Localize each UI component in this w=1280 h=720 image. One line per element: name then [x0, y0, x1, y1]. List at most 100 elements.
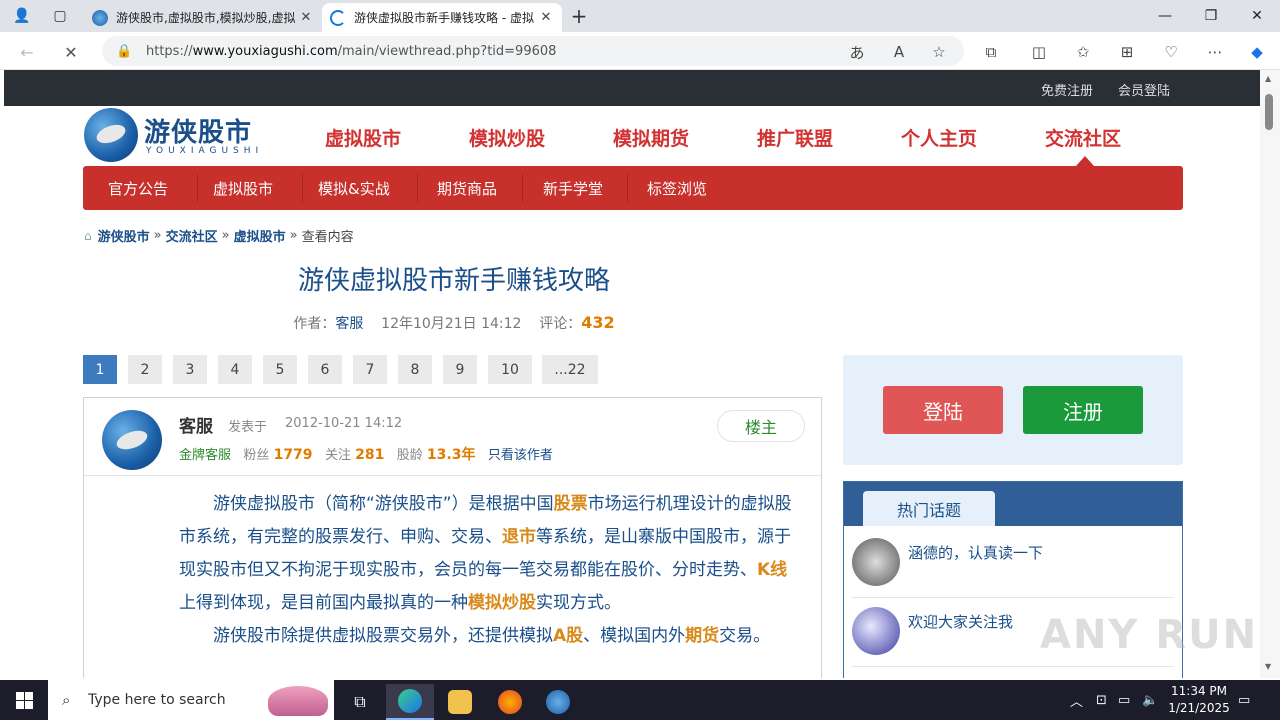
nav-community[interactable]: 交流社区	[1045, 124, 1121, 151]
post-author[interactable]: 客服	[179, 412, 213, 437]
post-header: 客服 发表于 2012-10-21 14:12 金牌客服 粉丝 1779 关注 …	[84, 398, 821, 476]
page-button[interactable]: 5	[263, 355, 297, 384]
browser-tab-1[interactable]: 游侠股市,虚拟股市,模拟炒股,虚拟 ✕	[84, 3, 322, 32]
subnav-virtual-stock[interactable]: 虚拟股市	[213, 178, 273, 199]
post-paragraph: 游侠虚拟股市（简称“游侠股市”）是根据中国股票市场运行机理设计的虚拟股市系统，有…	[179, 488, 799, 620]
avatar[interactable]	[102, 410, 162, 470]
page-button[interactable]: 6	[308, 355, 342, 384]
collections-icon[interactable]: ⊞	[1114, 39, 1140, 65]
page-button-last[interactable]: ...22	[542, 355, 598, 384]
hot-topic-link[interactable]: 涵德的，认真读一下	[908, 542, 1043, 563]
scroll-thumb[interactable]	[1265, 94, 1273, 130]
search-highlight-icon	[268, 686, 328, 716]
search-placeholder: Type here to search	[88, 692, 226, 708]
fans-count: 1779	[273, 447, 313, 463]
taskbar-search[interactable]: ⌕ Type here to search	[48, 680, 334, 720]
favorites-icon[interactable]: ✩	[1070, 39, 1096, 65]
copilot-icon[interactable]: ◆	[1244, 39, 1270, 65]
new-tab-button[interactable]: +	[567, 4, 591, 28]
close-tab-icon[interactable]: ✕	[538, 10, 554, 25]
home-icon[interactable]: ⌂	[84, 229, 92, 243]
nav-personal-home[interactable]: 个人主页	[901, 124, 977, 151]
task-view-icon[interactable]: ⧉	[336, 684, 384, 720]
list-item[interactable]: 涵德的，认真读一下	[852, 530, 1174, 598]
tab-actions-icon[interactable]: ▢	[48, 4, 72, 28]
logo-subtext: YOUXIAGUSHI	[146, 146, 264, 156]
more-menu-icon[interactable]: ⋯	[1202, 39, 1228, 65]
subnav-sim-real[interactable]: 模拟&实战	[318, 178, 390, 199]
auth-panel: 登陆 注册	[843, 355, 1183, 465]
nav-simulated-trading[interactable]: 模拟炒股	[469, 124, 545, 151]
scroll-up-icon[interactable]: ▲	[1265, 74, 1271, 83]
free-register-link[interactable]: 免费注册	[1041, 80, 1093, 99]
subnav-futures[interactable]: 期货商品	[437, 178, 497, 199]
volume-icon[interactable]: 🔈	[1142, 680, 1158, 720]
read-aloud-icon[interactable]: A	[886, 39, 912, 65]
breadcrumb-link[interactable]: 游侠股市	[98, 226, 150, 245]
author-link[interactable]: 客服	[335, 316, 363, 332]
login-button[interactable]: 登陆	[883, 386, 1003, 434]
restore-icon[interactable]: ❐	[1188, 0, 1234, 32]
member-login-link[interactable]: 会员登陆	[1118, 80, 1170, 99]
subnav-divider	[627, 174, 628, 202]
nav-virtual-stock[interactable]: 虚拟股市	[325, 124, 401, 151]
avatar	[852, 607, 900, 655]
breadcrumb-sep: »	[153, 228, 162, 243]
breadcrumb-link[interactable]: 虚拟股市	[234, 226, 286, 245]
scroll-down-icon[interactable]: ▼	[1265, 662, 1271, 671]
nav-simulated-futures[interactable]: 模拟期货	[613, 124, 689, 151]
tray-app-icon[interactable]: ⊡	[1096, 680, 1107, 720]
nav-affiliate[interactable]: 推广联盟	[757, 124, 833, 151]
back-icon[interactable]: ←	[14, 39, 40, 65]
page-button[interactable]: 1	[83, 355, 117, 384]
page-button[interactable]: 9	[443, 355, 477, 384]
page-button[interactable]: 2	[128, 355, 162, 384]
web-page: 免费注册 会员登陆 游侠股市 YOUXIAGUSHI 虚拟股市 模拟炒股 模拟期…	[4, 70, 1260, 678]
keyword-link[interactable]: 退市	[502, 527, 536, 547]
file-explorer-icon[interactable]	[436, 684, 484, 720]
subnav-beginner[interactable]: 新手学堂	[543, 178, 603, 199]
edge-taskbar-icon[interactable]	[386, 684, 434, 720]
url-field[interactable]: 🔒 https://www.youxiagushi.com/main/viewt…	[102, 36, 964, 66]
site-app-icon[interactable]	[534, 684, 582, 720]
page-button[interactable]: 8	[398, 355, 432, 384]
breadcrumb-current: 查看内容	[301, 230, 354, 245]
page-button[interactable]: 7	[353, 355, 387, 384]
keyword-link[interactable]: A股	[553, 626, 583, 646]
site-logo[interactable]: 游侠股市 YOUXIAGUSHI	[84, 108, 264, 164]
keyword-link[interactable]: K线	[757, 560, 787, 580]
keyword-link[interactable]: 股票	[554, 494, 588, 514]
notifications-icon[interactable]: ▭	[1238, 680, 1250, 720]
hot-topics-tab[interactable]: 热门话题	[863, 491, 995, 526]
start-button[interactable]	[0, 680, 48, 720]
close-window-icon[interactable]: ✕	[1234, 0, 1280, 32]
translate-icon[interactable]: あ	[844, 39, 870, 65]
register-button[interactable]: 注册	[1023, 386, 1143, 434]
hot-topic-link[interactable]: 欢迎大家关注我	[908, 611, 1013, 632]
close-tab-icon[interactable]: ✕	[298, 10, 314, 25]
minimize-icon[interactable]: —	[1142, 0, 1188, 32]
floor-badge: 楼主	[717, 410, 805, 442]
tray-chevron-icon[interactable]: ︿	[1070, 680, 1083, 720]
taskbar-clock[interactable]: 11:34 PM 1/21/2025	[1160, 683, 1238, 717]
profile-icon[interactable]: 👤	[10, 4, 34, 28]
network-icon[interactable]: ▭	[1118, 680, 1130, 720]
breadcrumb-link[interactable]: 交流社区	[166, 226, 218, 245]
fans-label: 粉丝	[243, 448, 270, 463]
keyword-link[interactable]: 期货	[685, 626, 719, 646]
favorite-star-icon[interactable]: ☆	[926, 39, 952, 65]
page-button[interactable]: 10	[488, 355, 532, 384]
browser-tab-2[interactable]: 游侠虚拟股市新手赚钱攻略 - 虚拟 ✕	[322, 3, 562, 32]
subnav-announcements[interactable]: 官方公告	[108, 178, 168, 199]
subnav-tags[interactable]: 标签浏览	[647, 178, 707, 199]
performance-icon[interactable]: ♡	[1158, 39, 1184, 65]
stop-loading-icon[interactable]: ✕	[58, 39, 84, 65]
page-button[interactable]: 3	[173, 355, 207, 384]
firefox-icon[interactable]	[486, 684, 534, 720]
page-button[interactable]: 4	[218, 355, 252, 384]
split-screen-icon[interactable]: ◫	[1026, 39, 1052, 65]
page-scrollbar[interactable]: ▲ ▼	[1260, 70, 1280, 678]
extensions-icon[interactable]: ⧉	[978, 39, 1004, 65]
only-author-link[interactable]: 只看该作者	[488, 448, 553, 463]
keyword-link[interactable]: 模拟炒股	[468, 593, 536, 613]
